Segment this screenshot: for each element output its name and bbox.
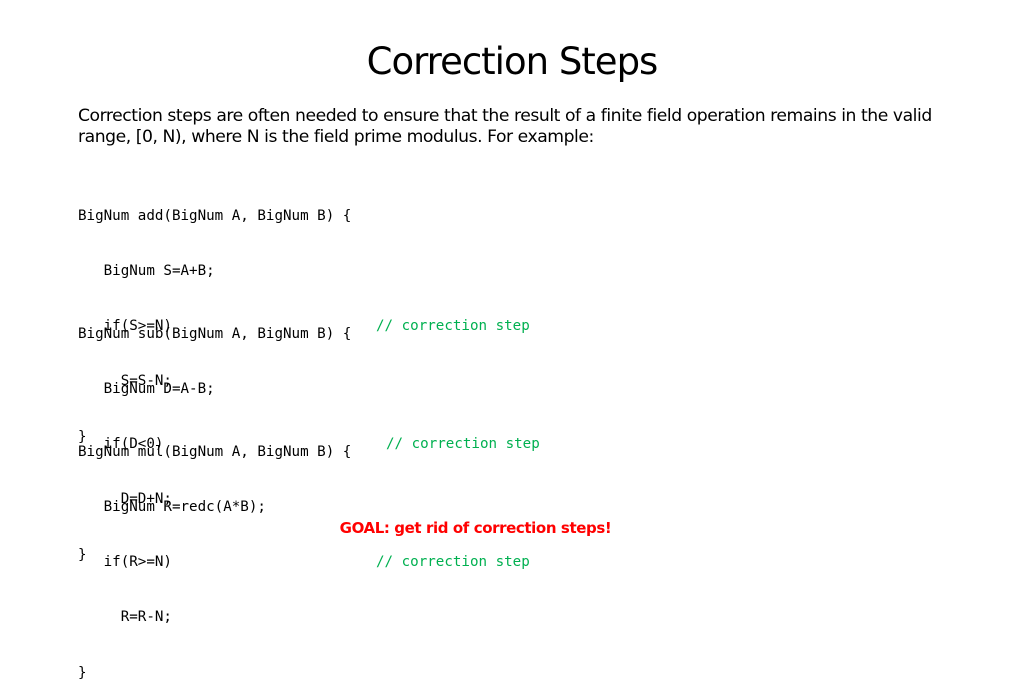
- slide-title: Correction Steps: [366, 40, 659, 83]
- code-comment: // correction step: [376, 318, 530, 335]
- code-line: BigNum S=A+B;: [78, 263, 215, 280]
- code-line: R=R-N;: [78, 609, 172, 626]
- code-line: }: [78, 664, 87, 681]
- code-line: BigNum D=A-B;: [78, 381, 215, 398]
- code-comment: // correction step: [386, 436, 540, 453]
- code-block-mul: BigNum mul(BigNum A, BigNum B) { BigNum …: [78, 406, 530, 700]
- code-line: if(R>=N) // correction step: [78, 553, 530, 571]
- code-line: BigNum add(BigNum A, BigNum B) {: [78, 207, 352, 224]
- code-line: BigNum mul(BigNum A, BigNum B) {: [78, 443, 352, 460]
- code-line: BigNum R=redc(A*B);: [78, 499, 266, 516]
- code-text: if(R>=N): [78, 554, 172, 571]
- code-comment: // correction step: [376, 554, 530, 571]
- code-line: BigNum sub(BigNum A, BigNum B) {: [78, 325, 352, 342]
- goal-statement: GOAL: get rid of correction steps!: [339, 519, 612, 537]
- intro-paragraph: Correction steps are often needed to ens…: [78, 106, 932, 147]
